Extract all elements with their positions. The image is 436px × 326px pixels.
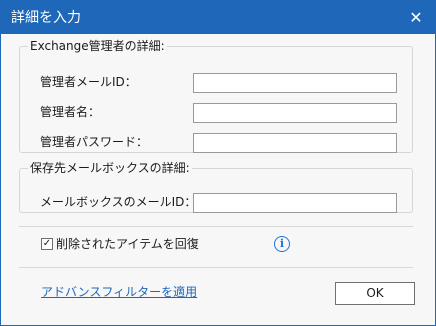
close-icon[interactable]: ✕ bbox=[405, 7, 427, 29]
admin-name-input[interactable] bbox=[193, 103, 397, 123]
admin-email-label: 管理者メールID： bbox=[40, 75, 137, 89]
divider bbox=[19, 267, 413, 268]
mailbox-email-label: メールボックスのメールID： bbox=[40, 195, 197, 209]
admin-password-label: 管理者パスワード： bbox=[40, 135, 149, 149]
recover-deleted-label[interactable]: 削除されたアイテムを回復 bbox=[56, 237, 199, 251]
enter-details-dialog: 詳細を入力 ✕ Exchange管理者の詳細: 管理者メールID： 管理者名： … bbox=[0, 0, 436, 326]
admin-password-input[interactable] bbox=[193, 133, 397, 153]
admin-email-input[interactable] bbox=[193, 73, 397, 93]
exchange-admin-group: Exchange管理者の詳細: 管理者メールID： 管理者名： 管理者パスワード… bbox=[19, 39, 413, 153]
ok-button[interactable]: OK bbox=[335, 282, 415, 305]
recover-deleted-checkbox[interactable]: ✓ bbox=[41, 238, 53, 250]
advanced-filter-link[interactable]: アドバンスフィルターを適用 bbox=[41, 285, 197, 299]
admin-name-label: 管理者名： bbox=[40, 105, 101, 119]
mailbox-email-input[interactable] bbox=[193, 193, 397, 213]
info-icon[interactable]: i bbox=[274, 236, 290, 252]
destination-mailbox-legend: 保存先メールボックスの詳細: bbox=[30, 161, 190, 175]
dialog-title: 詳細を入力 bbox=[11, 10, 81, 26]
destination-mailbox-group: 保存先メールボックスの詳細: メールボックスのメールID： bbox=[19, 161, 413, 213]
exchange-admin-legend: Exchange管理者の詳細: bbox=[30, 39, 165, 53]
title-bar: 詳細を入力 ✕ bbox=[1, 1, 435, 34]
divider bbox=[19, 226, 413, 227]
